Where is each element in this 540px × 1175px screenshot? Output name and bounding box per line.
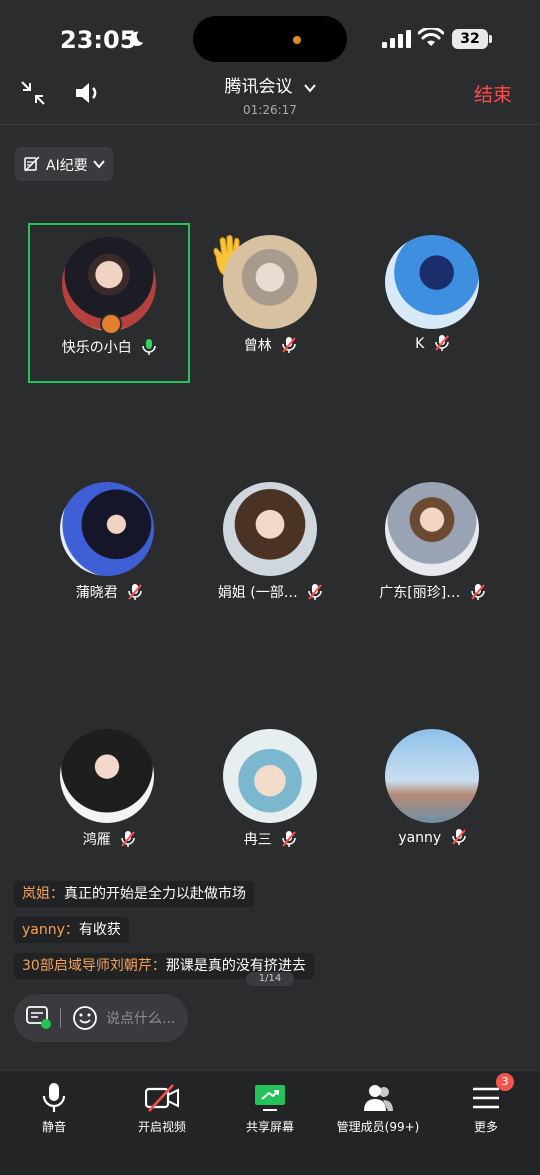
participant-name-row: 娟姐 (一部… <box>189 582 351 602</box>
participant-name-row: 快乐の小白 <box>30 337 188 357</box>
mute-label: 静音 <box>41 1120 66 1134</box>
moon-icon <box>129 31 144 47</box>
share-screen-button[interactable]: 共享屏幕 <box>216 1071 324 1151</box>
more-button[interactable]: 3 更多 <box>432 1071 540 1151</box>
wifi-icon <box>418 28 444 46</box>
participant-name: 曾林 <box>243 338 272 354</box>
bottom-toolbar: 静音 开启视频 共享屏幕 管理成员(99+) 3 更多 <box>0 1070 540 1175</box>
divider <box>60 1008 61 1028</box>
status-time: 23:05 <box>60 26 137 54</box>
video-off-icon <box>145 1084 179 1112</box>
chat-message: 岚姐：真正的开始是全力以赴做市场 <box>14 881 254 907</box>
mic-muted-icon <box>451 829 466 845</box>
microphone-icon <box>42 1083 66 1112</box>
avatar <box>223 235 317 329</box>
avatar <box>385 729 479 823</box>
meeting-title-button[interactable]: 腾讯会议 01:26:17 <box>170 72 370 117</box>
page-indicator: 1/14 <box>246 972 294 986</box>
start-video-button[interactable]: 开启视频 <box>108 1071 216 1151</box>
chat-text: 真正的开始是全力以赴做市场 <box>64 886 246 902</box>
avatar <box>60 729 154 823</box>
meeting-title: 腾讯会议 <box>224 77 293 97</box>
chat-sender: yanny： <box>22 922 79 938</box>
battery-indicator: 32 <box>452 29 488 49</box>
emoji-icon[interactable] <box>72 1005 98 1031</box>
mic-muted-icon <box>470 584 485 600</box>
mic-muted-icon <box>282 337 296 353</box>
participant-name: 娟姐 (一部… <box>217 585 298 601</box>
members-icon <box>364 1085 393 1111</box>
chat-input-placeholder[interactable]: 说点什么... <box>106 1008 175 1028</box>
participant-name: yanny <box>398 830 442 846</box>
avatar <box>223 729 317 823</box>
chat-sender: 岚姐： <box>22 886 64 902</box>
status-bar: 23:05 32 <box>0 0 540 70</box>
mic-muted-icon <box>308 584 322 600</box>
participant-name: 冉三 <box>243 832 272 848</box>
participant-tile[interactable]: yanny <box>351 717 513 877</box>
participant-name-row: yanny <box>351 829 513 846</box>
share-label: 共享屏幕 <box>245 1120 294 1134</box>
share-screen-icon <box>255 1085 285 1111</box>
avatar <box>385 482 479 576</box>
participant-tile[interactable]: 蒲晓君 <box>28 470 190 630</box>
speaker-icon[interactable] <box>72 78 102 108</box>
chat-sender: 30部启域导师刘朝芹： <box>22 958 166 974</box>
participant-name-row: 鸿雁 <box>28 829 190 849</box>
participant-name-row: K <box>351 335 513 352</box>
mic-muted-icon <box>121 831 135 847</box>
chevron-down-icon <box>93 160 105 169</box>
minimize-icon[interactable] <box>20 80 46 106</box>
ai-summary-label: AI纪要 <box>46 158 88 174</box>
meeting-timer: 01:26:17 <box>243 103 297 117</box>
participant-name-row: 曾林 <box>189 335 351 355</box>
participant-name-row: 冉三 <box>189 829 351 849</box>
chevron-down-icon <box>303 83 316 93</box>
participant-name: 鸿雁 <box>82 832 111 848</box>
chat-text: 有收获 <box>78 922 121 938</box>
participant-tile[interactable]: 冉三 <box>189 717 351 877</box>
avatar <box>60 482 154 576</box>
participant-name-row: 广东[丽珍]… <box>351 582 513 602</box>
meeting-header: 腾讯会议 01:26:17 结束 <box>0 70 540 125</box>
chat-input-bar: 说点什么... <box>14 994 188 1042</box>
participant-tile[interactable]: 鸿雁 <box>28 717 190 877</box>
mic-muted-icon <box>435 335 449 351</box>
avatar <box>223 482 317 576</box>
mic-muted-icon <box>282 831 296 847</box>
more-label: 更多 <box>473 1120 498 1134</box>
members-label: 管理成员(99+) <box>336 1120 420 1134</box>
avatar <box>385 235 479 329</box>
mic-on-icon <box>142 339 156 355</box>
dynamic-island <box>193 16 347 62</box>
battery-tip <box>489 35 492 43</box>
participant-tile[interactable]: 快乐の小白 <box>28 223 190 383</box>
island-indicator <box>293 36 301 44</box>
host-badge-icon <box>100 313 122 335</box>
participant-name: K <box>415 336 425 352</box>
mute-button[interactable]: 静音 <box>0 1071 108 1151</box>
mic-muted-icon <box>128 584 142 600</box>
participant-tile[interactable]: 曾林 <box>189 223 351 383</box>
participant-name: 蒲晓君 <box>75 585 118 601</box>
ai-summary-button[interactable]: AI纪要 <box>15 147 113 181</box>
video-label: 开启视频 <box>137 1120 186 1134</box>
participant-name-row: 蒲晓君 <box>28 582 190 602</box>
ai-notes-icon <box>24 156 40 172</box>
end-meeting-button[interactable]: 结束 <box>474 80 512 107</box>
participant-name: 快乐の小白 <box>61 340 132 356</box>
manage-members-button[interactable]: 管理成员(99+) <box>324 1071 432 1151</box>
participant-name: 广东[丽珍]… <box>379 585 461 601</box>
chat-toggle-icon[interactable] <box>26 1006 52 1030</box>
participant-tile[interactable]: 广东[丽珍]… <box>351 470 513 630</box>
notification-badge: 3 <box>496 1073 514 1091</box>
participant-tile[interactable]: 娟姐 (一部… <box>189 470 351 630</box>
chat-message: yanny：有收获 <box>14 917 129 943</box>
cellular-signal-icon <box>382 30 411 48</box>
participant-tile[interactable]: K <box>351 223 513 383</box>
